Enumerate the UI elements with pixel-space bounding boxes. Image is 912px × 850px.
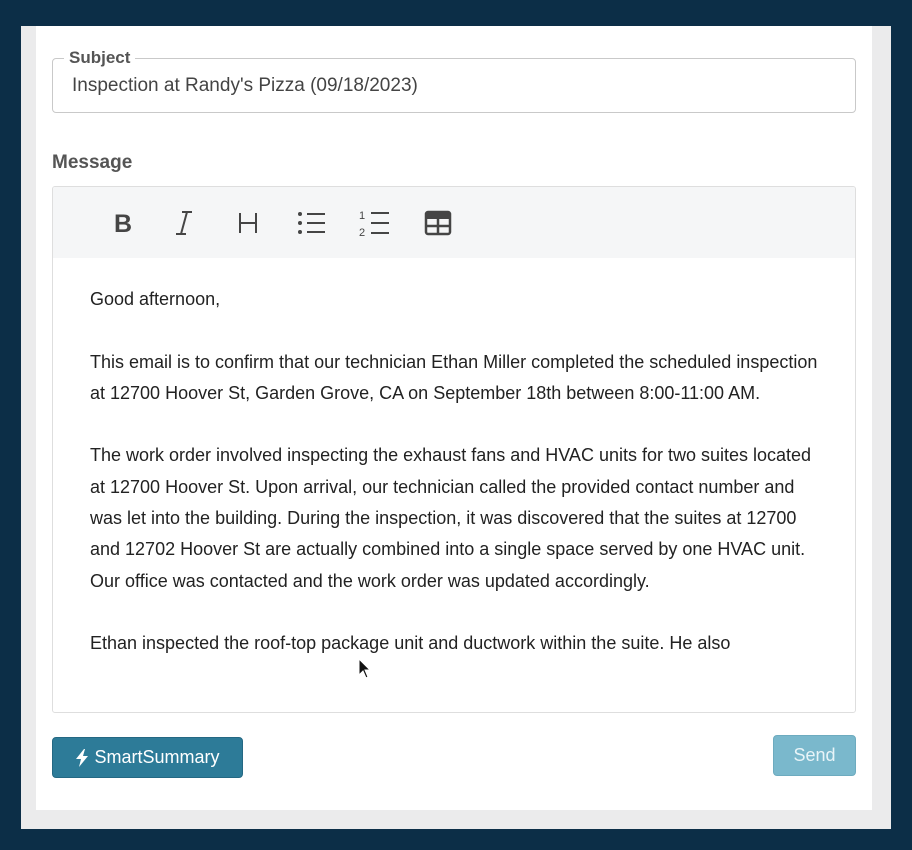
lightning-icon: [76, 748, 89, 767]
italic-button[interactable]: [167, 206, 201, 240]
message-paragraph: The work order involved inspecting the e…: [90, 445, 812, 591]
smart-summary-button[interactable]: SmartSummary: [52, 737, 243, 778]
heading-icon: [239, 213, 257, 233]
bulleted-list-button[interactable]: [295, 206, 329, 240]
smart-summary-label: SmartSummary: [94, 747, 220, 767]
subject-label: Subject: [64, 47, 136, 69]
bulleted-list-icon: [298, 212, 325, 234]
send-button[interactable]: Send: [773, 735, 856, 776]
message-paragraph: Ethan inspected the roof-top package uni…: [90, 633, 731, 654]
message-body[interactable]: Good afternoon, This email is to confirm…: [90, 284, 830, 691]
table-button[interactable]: [421, 206, 455, 240]
message-paragraph: Good afternoon,: [90, 289, 221, 309]
table-icon: [424, 210, 452, 236]
message-paragraph: This email is to confirm that our techni…: [90, 351, 818, 403]
heading-button[interactable]: [231, 206, 265, 240]
svg-text:2: 2: [359, 227, 365, 238]
svg-text:1: 1: [359, 210, 365, 222]
editor-toolbar: B 1 2: [53, 187, 855, 258]
mouse-cursor-icon: [358, 658, 372, 679]
message-editor: B 1 2 Good afternoon, This email is to c…: [52, 186, 856, 713]
numbered-list-button[interactable]: 1 2: [358, 206, 392, 240]
message-label: Message: [52, 152, 133, 173]
numbered-list-icon: 1 2: [359, 210, 389, 238]
svg-text:B: B: [114, 211, 132, 235]
bold-icon: B: [114, 211, 132, 235]
bold-button[interactable]: B: [105, 206, 139, 240]
send-label: Send: [793, 745, 836, 765]
italic-icon: [176, 211, 192, 235]
subject-input-value[interactable]: Inspection at Randy's Pizza (09/18/2023): [72, 74, 418, 98]
